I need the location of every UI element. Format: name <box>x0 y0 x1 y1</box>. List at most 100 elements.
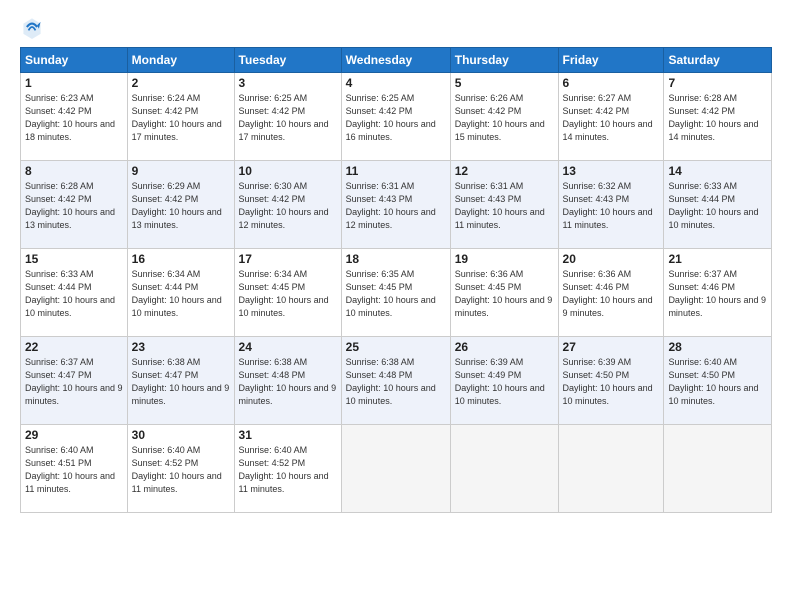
calendar-cell: 18 Sunrise: 6:35 AM Sunset: 4:45 PM Dayl… <box>341 249 450 337</box>
day-number: 24 <box>239 340 337 354</box>
day-info: Sunrise: 6:25 AM Sunset: 4:42 PM Dayligh… <box>346 92 446 144</box>
calendar-cell: 13 Sunrise: 6:32 AM Sunset: 4:43 PM Dayl… <box>558 161 664 249</box>
day-number: 17 <box>239 252 337 266</box>
day-info: Sunrise: 6:37 AM Sunset: 4:47 PM Dayligh… <box>25 356 123 408</box>
day-info: Sunrise: 6:38 AM Sunset: 4:48 PM Dayligh… <box>346 356 446 408</box>
day-info: Sunrise: 6:28 AM Sunset: 4:42 PM Dayligh… <box>668 92 767 144</box>
day-number: 20 <box>563 252 660 266</box>
calendar-week-row: 8 Sunrise: 6:28 AM Sunset: 4:42 PM Dayli… <box>21 161 772 249</box>
calendar-cell: 19 Sunrise: 6:36 AM Sunset: 4:45 PM Dayl… <box>450 249 558 337</box>
header-day: Friday <box>558 48 664 73</box>
day-info: Sunrise: 6:28 AM Sunset: 4:42 PM Dayligh… <box>25 180 123 232</box>
calendar-week-row: 22 Sunrise: 6:37 AM Sunset: 4:47 PM Dayl… <box>21 337 772 425</box>
day-info: Sunrise: 6:23 AM Sunset: 4:42 PM Dayligh… <box>25 92 123 144</box>
day-number: 23 <box>132 340 230 354</box>
calendar-cell: 2 Sunrise: 6:24 AM Sunset: 4:42 PM Dayli… <box>127 73 234 161</box>
day-info: Sunrise: 6:34 AM Sunset: 4:45 PM Dayligh… <box>239 268 337 320</box>
day-number: 3 <box>239 76 337 90</box>
day-number: 5 <box>455 76 554 90</box>
calendar-week-row: 1 Sunrise: 6:23 AM Sunset: 4:42 PM Dayli… <box>21 73 772 161</box>
day-number: 29 <box>25 428 123 442</box>
day-info: Sunrise: 6:39 AM Sunset: 4:50 PM Dayligh… <box>563 356 660 408</box>
day-info: Sunrise: 6:33 AM Sunset: 4:44 PM Dayligh… <box>668 180 767 232</box>
day-number: 9 <box>132 164 230 178</box>
calendar-cell: 23 Sunrise: 6:38 AM Sunset: 4:47 PM Dayl… <box>127 337 234 425</box>
day-info: Sunrise: 6:32 AM Sunset: 4:43 PM Dayligh… <box>563 180 660 232</box>
calendar-cell: 31 Sunrise: 6:40 AM Sunset: 4:52 PM Dayl… <box>234 425 341 513</box>
calendar-cell: 24 Sunrise: 6:38 AM Sunset: 4:48 PM Dayl… <box>234 337 341 425</box>
calendar-cell <box>450 425 558 513</box>
logo-icon <box>20 15 44 39</box>
calendar-cell: 20 Sunrise: 6:36 AM Sunset: 4:46 PM Dayl… <box>558 249 664 337</box>
calendar-cell: 12 Sunrise: 6:31 AM Sunset: 4:43 PM Dayl… <box>450 161 558 249</box>
calendar-cell: 3 Sunrise: 6:25 AM Sunset: 4:42 PM Dayli… <box>234 73 341 161</box>
day-info: Sunrise: 6:34 AM Sunset: 4:44 PM Dayligh… <box>132 268 230 320</box>
day-number: 14 <box>668 164 767 178</box>
day-info: Sunrise: 6:35 AM Sunset: 4:45 PM Dayligh… <box>346 268 446 320</box>
calendar-cell: 14 Sunrise: 6:33 AM Sunset: 4:44 PM Dayl… <box>664 161 772 249</box>
calendar-cell: 11 Sunrise: 6:31 AM Sunset: 4:43 PM Dayl… <box>341 161 450 249</box>
day-info: Sunrise: 6:36 AM Sunset: 4:46 PM Dayligh… <box>563 268 660 320</box>
header-row: SundayMondayTuesdayWednesdayThursdayFrid… <box>21 48 772 73</box>
day-info: Sunrise: 6:40 AM Sunset: 4:52 PM Dayligh… <box>132 444 230 496</box>
calendar-cell: 21 Sunrise: 6:37 AM Sunset: 4:46 PM Dayl… <box>664 249 772 337</box>
day-number: 26 <box>455 340 554 354</box>
day-number: 30 <box>132 428 230 442</box>
day-info: Sunrise: 6:29 AM Sunset: 4:42 PM Dayligh… <box>132 180 230 232</box>
day-number: 21 <box>668 252 767 266</box>
calendar-cell: 15 Sunrise: 6:33 AM Sunset: 4:44 PM Dayl… <box>21 249 128 337</box>
day-info: Sunrise: 6:40 AM Sunset: 4:51 PM Dayligh… <box>25 444 123 496</box>
day-info: Sunrise: 6:26 AM Sunset: 4:42 PM Dayligh… <box>455 92 554 144</box>
day-info: Sunrise: 6:33 AM Sunset: 4:44 PM Dayligh… <box>25 268 123 320</box>
calendar-cell: 22 Sunrise: 6:37 AM Sunset: 4:47 PM Dayl… <box>21 337 128 425</box>
calendar-cell: 7 Sunrise: 6:28 AM Sunset: 4:42 PM Dayli… <box>664 73 772 161</box>
calendar-body: 1 Sunrise: 6:23 AM Sunset: 4:42 PM Dayli… <box>21 73 772 513</box>
day-number: 31 <box>239 428 337 442</box>
calendar-cell: 29 Sunrise: 6:40 AM Sunset: 4:51 PM Dayl… <box>21 425 128 513</box>
day-info: Sunrise: 6:25 AM Sunset: 4:42 PM Dayligh… <box>239 92 337 144</box>
day-info: Sunrise: 6:31 AM Sunset: 4:43 PM Dayligh… <box>455 180 554 232</box>
day-number: 19 <box>455 252 554 266</box>
calendar-cell <box>558 425 664 513</box>
day-info: Sunrise: 6:27 AM Sunset: 4:42 PM Dayligh… <box>563 92 660 144</box>
calendar-week-row: 15 Sunrise: 6:33 AM Sunset: 4:44 PM Dayl… <box>21 249 772 337</box>
calendar-cell: 17 Sunrise: 6:34 AM Sunset: 4:45 PM Dayl… <box>234 249 341 337</box>
calendar-cell: 5 Sunrise: 6:26 AM Sunset: 4:42 PM Dayli… <box>450 73 558 161</box>
calendar-cell: 9 Sunrise: 6:29 AM Sunset: 4:42 PM Dayli… <box>127 161 234 249</box>
day-number: 4 <box>346 76 446 90</box>
calendar-week-row: 29 Sunrise: 6:40 AM Sunset: 4:51 PM Dayl… <box>21 425 772 513</box>
header <box>20 15 772 39</box>
day-info: Sunrise: 6:36 AM Sunset: 4:45 PM Dayligh… <box>455 268 554 320</box>
day-info: Sunrise: 6:38 AM Sunset: 4:47 PM Dayligh… <box>132 356 230 408</box>
calendar-cell: 8 Sunrise: 6:28 AM Sunset: 4:42 PM Dayli… <box>21 161 128 249</box>
day-number: 10 <box>239 164 337 178</box>
day-info: Sunrise: 6:24 AM Sunset: 4:42 PM Dayligh… <box>132 92 230 144</box>
day-info: Sunrise: 6:40 AM Sunset: 4:50 PM Dayligh… <box>668 356 767 408</box>
day-number: 8 <box>25 164 123 178</box>
day-number: 1 <box>25 76 123 90</box>
day-info: Sunrise: 6:38 AM Sunset: 4:48 PM Dayligh… <box>239 356 337 408</box>
header-day: Thursday <box>450 48 558 73</box>
day-number: 22 <box>25 340 123 354</box>
calendar-cell: 26 Sunrise: 6:39 AM Sunset: 4:49 PM Dayl… <box>450 337 558 425</box>
logo <box>20 15 46 39</box>
calendar-cell: 10 Sunrise: 6:30 AM Sunset: 4:42 PM Dayl… <box>234 161 341 249</box>
header-day: Tuesday <box>234 48 341 73</box>
day-number: 28 <box>668 340 767 354</box>
day-number: 18 <box>346 252 446 266</box>
calendar-cell: 27 Sunrise: 6:39 AM Sunset: 4:50 PM Dayl… <box>558 337 664 425</box>
day-number: 25 <box>346 340 446 354</box>
day-number: 16 <box>132 252 230 266</box>
day-number: 12 <box>455 164 554 178</box>
day-info: Sunrise: 6:31 AM Sunset: 4:43 PM Dayligh… <box>346 180 446 232</box>
calendar-cell <box>341 425 450 513</box>
calendar-cell: 28 Sunrise: 6:40 AM Sunset: 4:50 PM Dayl… <box>664 337 772 425</box>
day-number: 15 <box>25 252 123 266</box>
calendar-cell: 30 Sunrise: 6:40 AM Sunset: 4:52 PM Dayl… <box>127 425 234 513</box>
day-number: 13 <box>563 164 660 178</box>
calendar-table: SundayMondayTuesdayWednesdayThursdayFrid… <box>20 47 772 513</box>
calendar-cell: 25 Sunrise: 6:38 AM Sunset: 4:48 PM Dayl… <box>341 337 450 425</box>
calendar-cell <box>664 425 772 513</box>
calendar-cell: 16 Sunrise: 6:34 AM Sunset: 4:44 PM Dayl… <box>127 249 234 337</box>
day-info: Sunrise: 6:37 AM Sunset: 4:46 PM Dayligh… <box>668 268 767 320</box>
